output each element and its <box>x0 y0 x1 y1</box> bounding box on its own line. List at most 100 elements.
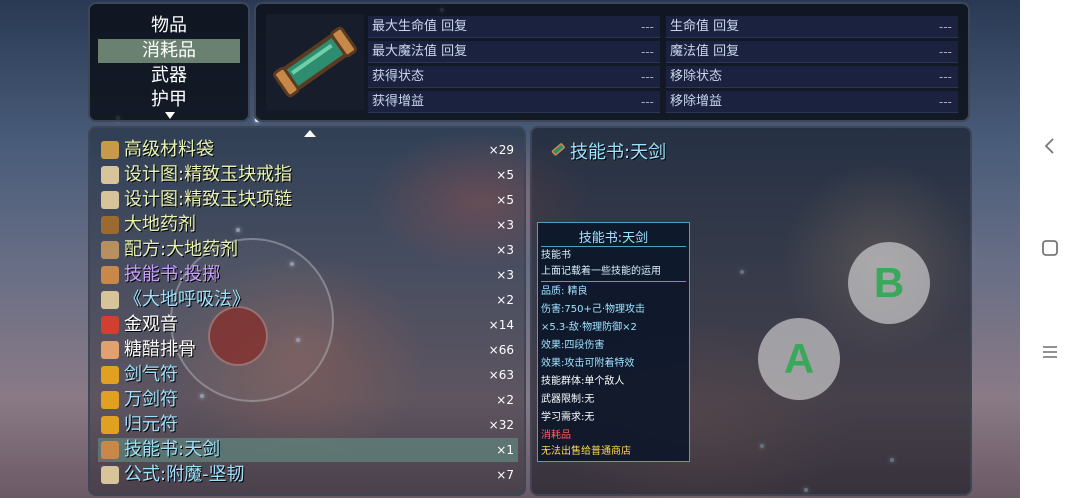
list-item[interactable]: 糖醋排骨 ×66 <box>98 338 518 362</box>
list-item[interactable]: 设计图:精致玉块项链 ×5 <box>98 188 518 212</box>
back-icon[interactable] <box>1040 136 1060 156</box>
item-name: 《大地呼吸法》 <box>124 289 250 310</box>
item-count: ×3 <box>496 268 514 282</box>
stat-label: 最大魔法值 回复 <box>372 44 468 59</box>
stat-max-mp-regen: 最大魔法值 回复 --- <box>368 41 660 63</box>
stat-label: 生命值 回复 <box>670 19 740 34</box>
tooltip-line: 武器限制:无 <box>541 394 595 405</box>
stat-value: --- <box>641 95 654 109</box>
stat-value: --- <box>939 95 952 109</box>
stat-value: --- <box>939 70 952 84</box>
stat-value: --- <box>641 45 654 59</box>
tooltip-line: 品质: 精良 <box>541 286 588 297</box>
item-tooltip: 技能书:天剑 技能书 上面记载着一些技能的运用 品质: 精良 伤害:750+己·物理攻… <box>537 222 690 462</box>
stat-value: --- <box>641 20 654 34</box>
category-panel: 物品 消耗品 武器 护甲 <box>88 2 250 122</box>
formula-icon <box>101 466 119 484</box>
item-name: 设计图:精致玉块戒指 <box>124 164 293 185</box>
scroll-icon <box>101 166 119 184</box>
list-item[interactable]: 金观音 ×14 <box>98 313 518 337</box>
item-name: 高级材料袋 <box>124 139 214 160</box>
stat-value: --- <box>939 45 952 59</box>
item-stats-panel: 最大生命值 回复 --- 最大魔法值 回复 --- 获得状态 --- 获得增益 … <box>254 2 970 122</box>
manual-icon <box>101 291 119 309</box>
skillbook-icon <box>101 266 119 284</box>
item-name: 设计图:精致玉块项链 <box>124 189 293 210</box>
item-name: 大地药剂 <box>124 214 196 235</box>
item-preview <box>266 14 364 110</box>
item-count: ×5 <box>496 193 514 207</box>
tea-icon <box>101 316 119 334</box>
talisman-icon <box>101 416 119 434</box>
tooltip-line: 无法出售给普通商店 <box>541 446 631 457</box>
item-count: ×5 <box>496 168 514 182</box>
potion-icon <box>101 216 119 234</box>
item-count: ×3 <box>496 243 514 257</box>
item-name: 归元符 <box>124 414 178 435</box>
item-name: 金观音 <box>124 314 178 335</box>
item-name: 公式:附魔-坚韧 <box>124 464 245 485</box>
item-name: 剑气符 <box>124 364 178 385</box>
scroll-up-icon[interactable] <box>304 130 316 137</box>
list-item[interactable]: 剑气符 ×63 <box>98 363 518 387</box>
item-count: ×2 <box>496 293 514 307</box>
tooltip-line: 效果:攻击可附着特效 <box>541 358 635 369</box>
item-count: ×1 <box>496 443 514 457</box>
item-count: ×7 <box>496 468 514 482</box>
item-count: ×2 <box>496 393 514 407</box>
tooltip-line: 上面记载着一些技能的运用 <box>541 266 661 277</box>
stat-mp-regen: 魔法值 回复 --- <box>666 41 958 63</box>
tooltip-line: 学习需求:无 <box>541 412 595 423</box>
scroll-icon <box>101 191 119 209</box>
skillbook-icon <box>101 441 119 459</box>
stat-label: 获得增益 <box>372 94 425 109</box>
list-item[interactable]: 万剑符 ×2 <box>98 388 518 412</box>
category-weapons[interactable]: 武器 <box>98 64 240 88</box>
stat-max-hp-regen: 最大生命值 回复 --- <box>368 16 660 38</box>
item-count: ×32 <box>488 418 514 432</box>
item-count: ×29 <box>488 143 514 157</box>
stat-label: 获得状态 <box>372 69 425 84</box>
tooltip-line: 消耗品 <box>541 430 571 441</box>
recipe-icon <box>101 241 119 259</box>
stat-remove-buff: 移除增益 --- <box>666 91 958 113</box>
list-item[interactable]: 配方:大地药剂 ×3 <box>98 238 518 262</box>
tooltip-title: 技能书:天剑 <box>578 231 649 246</box>
a-button[interactable]: A <box>758 318 840 400</box>
list-item[interactable]: 大地药剂 ×3 <box>98 213 518 237</box>
system-nav-bar <box>1020 0 1080 498</box>
detail-title: 技能书:天剑 <box>570 142 667 163</box>
stat-hp-regen: 生命值 回复 --- <box>666 16 958 38</box>
list-item[interactable]: 公式:附魔-坚韧 ×7 <box>98 463 518 487</box>
b-button[interactable]: B <box>848 242 930 324</box>
stat-gain-state: 获得状态 --- <box>368 66 660 88</box>
talisman-icon <box>101 366 119 384</box>
list-item[interactable]: 《大地呼吸法》 ×2 <box>98 288 518 312</box>
item-name: 技能书:投掷 <box>124 264 221 285</box>
category-armor[interactable]: 护甲 <box>98 88 240 112</box>
menu-icon[interactable] <box>1040 342 1060 362</box>
home-icon[interactable] <box>1040 238 1060 258</box>
bag-icon <box>101 141 119 159</box>
dish-icon <box>101 341 119 359</box>
list-item[interactable]: 技能书:天剑 ×1 <box>98 438 518 462</box>
stat-gain-buff: 获得增益 --- <box>368 91 660 113</box>
item-list-panel: 高级材料袋 ×29 设计图:精致玉块戒指 ×5 设计图:精致玉块项链 ×5 大地药剂 ×3 配方… <box>88 126 526 496</box>
scroll-down-icon[interactable] <box>165 112 175 119</box>
stat-label: 移除状态 <box>670 69 723 84</box>
item-name: 糖醋排骨 <box>124 339 196 360</box>
item-count: ×14 <box>488 318 514 332</box>
item-count: ×63 <box>488 368 514 382</box>
stat-label: 最大生命值 回复 <box>372 19 468 34</box>
category-consumables[interactable]: 消耗品 <box>98 39 240 63</box>
skillbook-icon <box>273 26 357 98</box>
category-items[interactable]: 物品 <box>98 14 240 38</box>
stat-remove-state: 移除状态 --- <box>666 66 958 88</box>
item-name: 技能书:天剑 <box>124 439 221 460</box>
stat-label: 移除增益 <box>670 94 723 109</box>
list-item[interactable]: 高级材料袋 ×29 <box>98 138 518 162</box>
list-item[interactable]: 归元符 ×32 <box>98 413 518 437</box>
list-item[interactable]: 技能书:投掷 ×3 <box>98 263 518 287</box>
tooltip-line: 伤害:750+己·物理攻击 <box>541 304 646 315</box>
list-item[interactable]: 设计图:精致玉块戒指 ×5 <box>98 163 518 187</box>
